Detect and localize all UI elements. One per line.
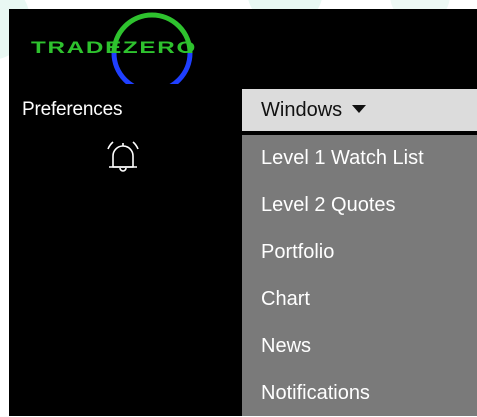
windows-dropdown-menu: Windows Level 1 Watch List Level 2 Quote… <box>242 89 477 416</box>
preferences-label[interactable]: Preferences <box>22 99 122 121</box>
tradezero-logo-icon: TRADEZERO <box>31 12 197 84</box>
windows-menu-list: Level 1 Watch List Level 2 Quotes Portfo… <box>242 135 477 416</box>
menu-item-portfolio[interactable]: Portfolio <box>242 229 477 276</box>
bell-icon[interactable] <box>105 137 141 177</box>
menu-item-level-2-quotes[interactable]: Level 2 Quotes <box>242 182 477 229</box>
windows-menu-label: Windows <box>261 99 343 121</box>
caret-down-icon <box>352 105 367 113</box>
windows-menu-button[interactable]: Windows <box>242 89 477 131</box>
menu-item-news[interactable]: News <box>242 323 477 370</box>
logo-text: TRADEZERO <box>31 38 197 57</box>
tradezero-logo[interactable]: TRADEZERO <box>9 9 209 84</box>
menu-item-level-1-watch-list[interactable]: Level 1 Watch List <box>242 135 477 182</box>
menu-item-notifications[interactable]: Notifications <box>242 370 477 417</box>
menu-item-chart[interactable]: Chart <box>242 276 477 323</box>
